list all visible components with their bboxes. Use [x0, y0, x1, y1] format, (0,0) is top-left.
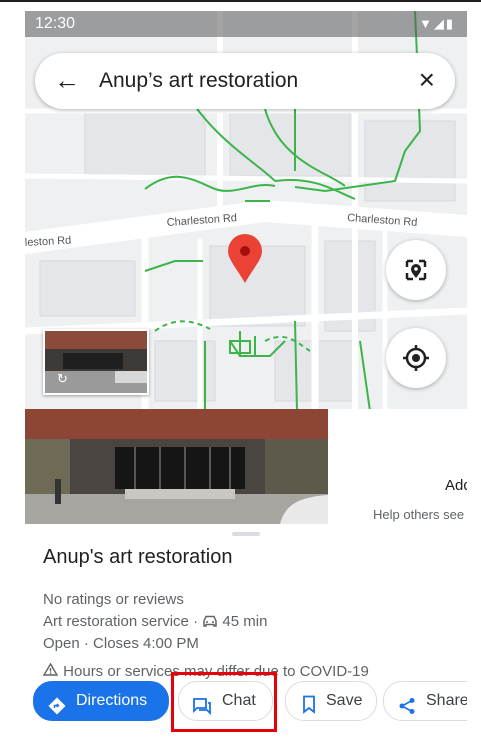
road-label: leston Rd — [25, 235, 72, 249]
share-button[interactable]: Share — [383, 681, 467, 721]
help-others-text: Help others see — [373, 507, 465, 522]
add-photo-label: Add — [445, 477, 467, 494]
bookmark-icon — [302, 691, 316, 729]
warning-icon — [42, 662, 59, 680]
screen: Charleston Rd Charleston Rd leston Rd ↻ — [0, 0, 481, 756]
status-time: 12:30 — [35, 15, 76, 32]
ratings-text: No ratings or reviews — [43, 591, 184, 608]
save-label: Save — [326, 692, 363, 709]
status-bar: 12:30 ▼◢▮ — [25, 11, 467, 37]
directions-icon — [48, 692, 66, 730]
drag-handle[interactable] — [232, 532, 260, 536]
category-text: Art restoration service — [43, 613, 189, 630]
directions-label: Directions — [76, 692, 148, 709]
search-query[interactable]: Anup’s art restoration — [99, 69, 298, 93]
save-button[interactable]: Save — [285, 681, 377, 721]
close-icon[interactable]: × — [419, 65, 435, 95]
category-line: Art restoration service · 45 min — [43, 613, 267, 630]
crosshair-icon — [403, 345, 429, 371]
add-photo-panel[interactable]: Add Help others see — [328, 409, 467, 524]
hours-text: Open · Closes 4:00 PM — [43, 635, 199, 652]
separator-dot: · — [193, 613, 199, 630]
car-icon — [202, 614, 218, 627]
top-edge — [0, 0, 481, 2]
place-title: Anup's art restoration — [43, 546, 233, 568]
search-bar[interactable]: ← Anup’s art restoration × — [35, 53, 455, 109]
back-arrow-icon[interactable]: ← — [53, 66, 81, 94]
rotate-360-icon: ↻ — [57, 371, 68, 386]
directions-button[interactable]: Directions — [33, 681, 169, 721]
street-view-pin-icon — [405, 259, 427, 281]
signal-battery-icon: ▼◢▮ — [418, 16, 455, 31]
street-view-button[interactable] — [386, 240, 446, 300]
map-view[interactable]: Charleston Rd Charleston Rd leston Rd ↻ — [25, 11, 467, 411]
place-photo[interactable] — [25, 409, 328, 524]
chat-highlight-box — [171, 672, 277, 732]
share-label: Share — [426, 692, 467, 709]
share-icon — [398, 692, 416, 730]
phone-screen: Charleston Rd Charleston Rd leston Rd ↻ — [25, 11, 467, 756]
drive-time-text: 45 min — [222, 613, 268, 630]
my-location-button[interactable] — [386, 328, 446, 388]
street-view-thumbnail[interactable]: ↻ — [43, 329, 149, 395]
